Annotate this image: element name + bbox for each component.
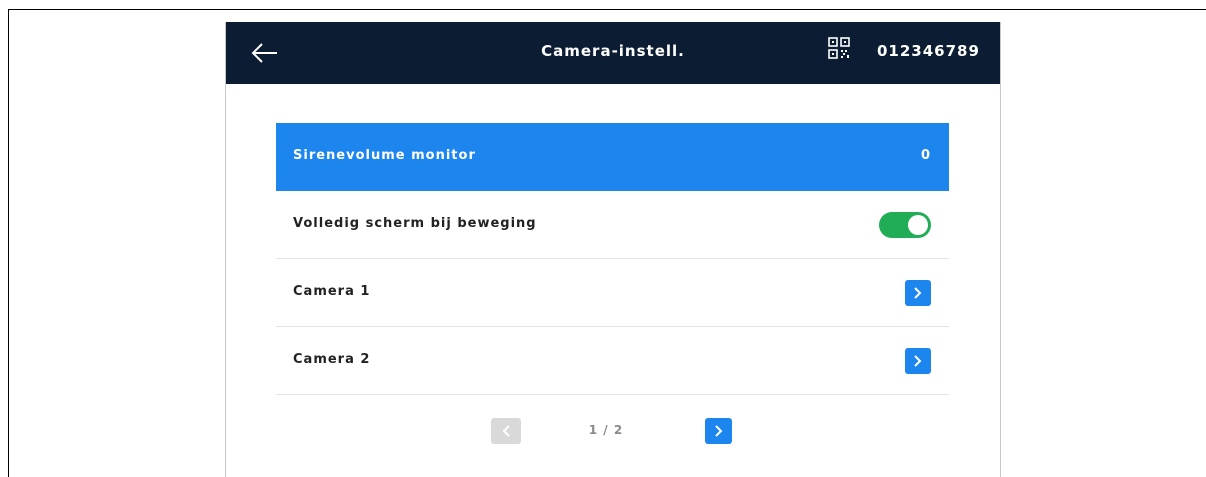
qr-code-icon[interactable] xyxy=(828,36,850,70)
camera-2-open-button[interactable] xyxy=(905,348,931,374)
chevron-right-icon xyxy=(914,355,922,367)
chevron-left-icon xyxy=(502,425,510,437)
header-bar: Camera-instell. 012346789 xyxy=(226,22,1000,84)
setting-label: Volledig scherm bij beweging xyxy=(293,216,537,231)
previous-page-button[interactable] xyxy=(491,418,521,444)
frame-left-border xyxy=(8,9,9,477)
setting-label: Camera 2 xyxy=(293,352,371,367)
monitor-screen: Camera-instell. 012346789 Sirenevolume m… xyxy=(225,22,1001,477)
setting-row-fullscreen-motion: Volledig scherm bij beweging xyxy=(276,191,949,259)
setting-value: 0 xyxy=(920,148,930,163)
chevron-right-icon xyxy=(715,425,723,437)
settings-list: Sirenevolume monitor 0 Volledig scherm b… xyxy=(276,123,949,395)
setting-row-camera-1[interactable]: Camera 1 xyxy=(276,259,949,327)
fullscreen-toggle[interactable] xyxy=(879,212,931,238)
setting-label: Sirenevolume monitor xyxy=(293,148,476,163)
camera-1-open-button[interactable] xyxy=(905,280,931,306)
toggle-knob xyxy=(908,215,928,235)
next-page-button[interactable] xyxy=(705,418,732,444)
setting-row-siren-volume[interactable]: Sirenevolume monitor 0 xyxy=(276,123,949,191)
chevron-right-icon xyxy=(914,287,922,299)
setting-label: Camera 1 xyxy=(293,284,371,299)
pagination: 1 / 2 xyxy=(226,418,1000,444)
setting-row-camera-2[interactable]: Camera 2 xyxy=(276,327,949,395)
page-indicator: 1 / 2 xyxy=(588,423,624,437)
frame-top-border xyxy=(8,9,1206,10)
device-id-label: 012346789 xyxy=(877,42,980,60)
